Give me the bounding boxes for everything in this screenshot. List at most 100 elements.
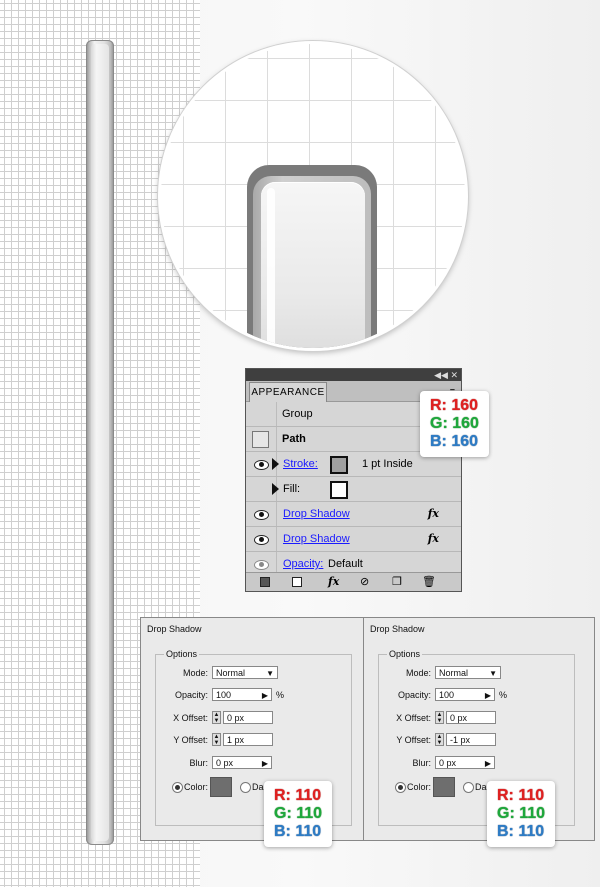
darkness-label: Da bbox=[475, 782, 487, 792]
y-offset-spinner[interactable]: ▲ ▼ bbox=[212, 733, 221, 746]
opacity-link[interactable]: Opacity: bbox=[283, 558, 323, 570]
y-offset-field[interactable]: 1 px bbox=[223, 733, 273, 746]
y-offset-field[interactable]: -1 px bbox=[446, 733, 496, 746]
y-offset-label: Y Offset: bbox=[396, 735, 431, 745]
stroke-color-badge: R: 160 G: 160 B: 160 bbox=[420, 391, 489, 457]
drop-shadow-link[interactable]: Drop Shadow bbox=[283, 508, 350, 520]
opacity-value: Default bbox=[328, 558, 363, 570]
visibility-eye-icon[interactable] bbox=[254, 535, 269, 545]
dropdown-arrow-icon: ▶ bbox=[484, 759, 491, 768]
x-offset-spinner[interactable]: ▲ ▼ bbox=[212, 711, 221, 724]
fx-icon[interactable]: fx bbox=[428, 532, 439, 545]
y-offset-spinner[interactable]: ▲ ▼ bbox=[435, 733, 444, 746]
panel-bottom-toolbar: fx ⊘ ❐ 🗑 bbox=[246, 572, 461, 591]
mode-label: Mode: bbox=[405, 668, 431, 678]
appearance-row-drop-shadow-2[interactable]: Drop Shadow fx bbox=[246, 527, 461, 552]
appearance-row-fill[interactable]: Fill: bbox=[246, 477, 461, 502]
red-value: R: 160 bbox=[430, 397, 479, 414]
blue-value: B: 160 bbox=[430, 433, 479, 450]
appearance-row-drop-shadow-1[interactable]: Drop Shadow fx bbox=[246, 502, 461, 527]
blue-value: B: 110 bbox=[497, 823, 545, 840]
blur-field[interactable]: 0 px ▶ bbox=[212, 756, 272, 769]
expand-triangle-icon[interactable] bbox=[272, 458, 279, 470]
zoom-inner-shape bbox=[261, 182, 365, 348]
drop-shadow-link[interactable]: Drop Shadow bbox=[283, 533, 350, 545]
blur-value: 0 px bbox=[216, 758, 234, 768]
shadow-color-swatch[interactable] bbox=[433, 777, 455, 797]
duplicate-item-icon[interactable]: ❐ bbox=[392, 575, 402, 588]
stroke-color-swatch[interactable] bbox=[330, 456, 348, 474]
panel-collapse-close-buttons[interactable]: ◀◀ ✕ bbox=[434, 369, 458, 381]
red-value: R: 110 bbox=[274, 787, 322, 804]
green-value: G: 160 bbox=[430, 415, 479, 432]
row-gutter bbox=[246, 527, 277, 551]
stroke-weight-value[interactable]: 1 pt Inside bbox=[362, 458, 413, 470]
opacity-label: Opacity: bbox=[397, 690, 431, 700]
expand-triangle-icon[interactable] bbox=[272, 483, 279, 495]
opacity-unit: % bbox=[276, 690, 285, 700]
shadow-color-badge-2: R: 110 G: 110 B: 110 bbox=[487, 781, 556, 847]
row-label: Path bbox=[282, 433, 306, 445]
x-offset-spinner[interactable]: ▲ ▼ bbox=[435, 711, 444, 724]
dropdown-arrow-icon: ▼ bbox=[489, 669, 497, 678]
mode-value: Normal bbox=[216, 668, 246, 678]
shadow-color-badge-1: R: 110 G: 110 B: 110 bbox=[264, 781, 333, 847]
fill-label[interactable]: Fill: bbox=[283, 483, 300, 495]
darkness-label: Da bbox=[252, 782, 264, 792]
mode-value: Normal bbox=[439, 668, 469, 678]
opacity-unit: % bbox=[499, 690, 508, 700]
y-offset-label: Y Offset: bbox=[173, 735, 208, 745]
options-label: Options bbox=[164, 649, 200, 659]
dialog-title: Drop Shadow bbox=[370, 624, 425, 634]
add-stroke-icon[interactable] bbox=[260, 577, 270, 587]
visibility-eye-icon[interactable] bbox=[254, 560, 269, 570]
stroke-link[interactable]: Stroke: bbox=[283, 458, 318, 470]
panel-titlebar: ◀◀ ✕ bbox=[246, 369, 461, 381]
shadow-color-swatch[interactable] bbox=[210, 777, 232, 797]
opacity-value: 100 bbox=[216, 690, 232, 700]
fill-color-swatch[interactable] bbox=[330, 481, 348, 499]
row-gutter bbox=[246, 502, 277, 526]
vertical-bar-shape bbox=[86, 40, 114, 845]
green-value: G: 110 bbox=[274, 805, 323, 822]
x-offset-field[interactable]: 0 px bbox=[446, 711, 496, 724]
blur-field[interactable]: 0 px ▶ bbox=[435, 756, 495, 769]
visibility-eye-icon[interactable] bbox=[254, 460, 269, 470]
color-radio[interactable] bbox=[395, 782, 406, 793]
drop-shadow-dialog-1: Drop Shadow Options Mode: Normal ▼ Opacit… bbox=[140, 617, 372, 841]
add-effect-fx-icon[interactable]: fx bbox=[328, 575, 339, 588]
color-label: Color: bbox=[407, 782, 432, 792]
color-label: Color: bbox=[184, 782, 209, 792]
opacity-value: 100 bbox=[439, 690, 455, 700]
row-gutter bbox=[246, 427, 277, 451]
x-offset-label: X Offset: bbox=[396, 713, 431, 723]
green-value: G: 110 bbox=[497, 805, 546, 822]
clear-appearance-icon[interactable]: ⊘ bbox=[360, 575, 369, 588]
row-label: Group bbox=[282, 408, 313, 420]
zoom-magnifier bbox=[158, 41, 468, 351]
dropdown-arrow-icon: ▶ bbox=[484, 691, 491, 700]
add-fill-icon[interactable] bbox=[292, 577, 302, 587]
drop-shadow-dialog-2: Drop Shadow Options Mode: Normal ▼ Opacit… bbox=[363, 617, 595, 841]
tab-appearance[interactable]: APPEARANCE bbox=[249, 382, 327, 402]
zoom-highlight bbox=[267, 188, 275, 348]
mode-select[interactable]: Normal ▼ bbox=[435, 666, 501, 679]
x-offset-label: X Offset: bbox=[173, 713, 208, 723]
delete-item-icon[interactable]: 🗑 bbox=[422, 575, 436, 588]
red-value: R: 110 bbox=[497, 787, 545, 804]
opacity-field[interactable]: 100 ▶ bbox=[212, 688, 272, 701]
dropdown-arrow-icon: ▶ bbox=[261, 691, 268, 700]
blur-value: 0 px bbox=[439, 758, 457, 768]
opacity-field[interactable]: 100 ▶ bbox=[435, 688, 495, 701]
mode-label: Mode: bbox=[182, 668, 208, 678]
fx-icon[interactable]: fx bbox=[428, 507, 439, 520]
x-offset-field[interactable]: 0 px bbox=[223, 711, 273, 724]
darkness-radio[interactable] bbox=[240, 782, 251, 793]
visibility-eye-icon[interactable] bbox=[254, 510, 269, 520]
mode-select[interactable]: Normal ▼ bbox=[212, 666, 278, 679]
dropdown-arrow-icon: ▶ bbox=[261, 759, 268, 768]
color-radio[interactable] bbox=[172, 782, 183, 793]
opacity-label: Opacity: bbox=[174, 690, 208, 700]
darkness-radio[interactable] bbox=[463, 782, 474, 793]
blue-value: B: 110 bbox=[274, 823, 322, 840]
